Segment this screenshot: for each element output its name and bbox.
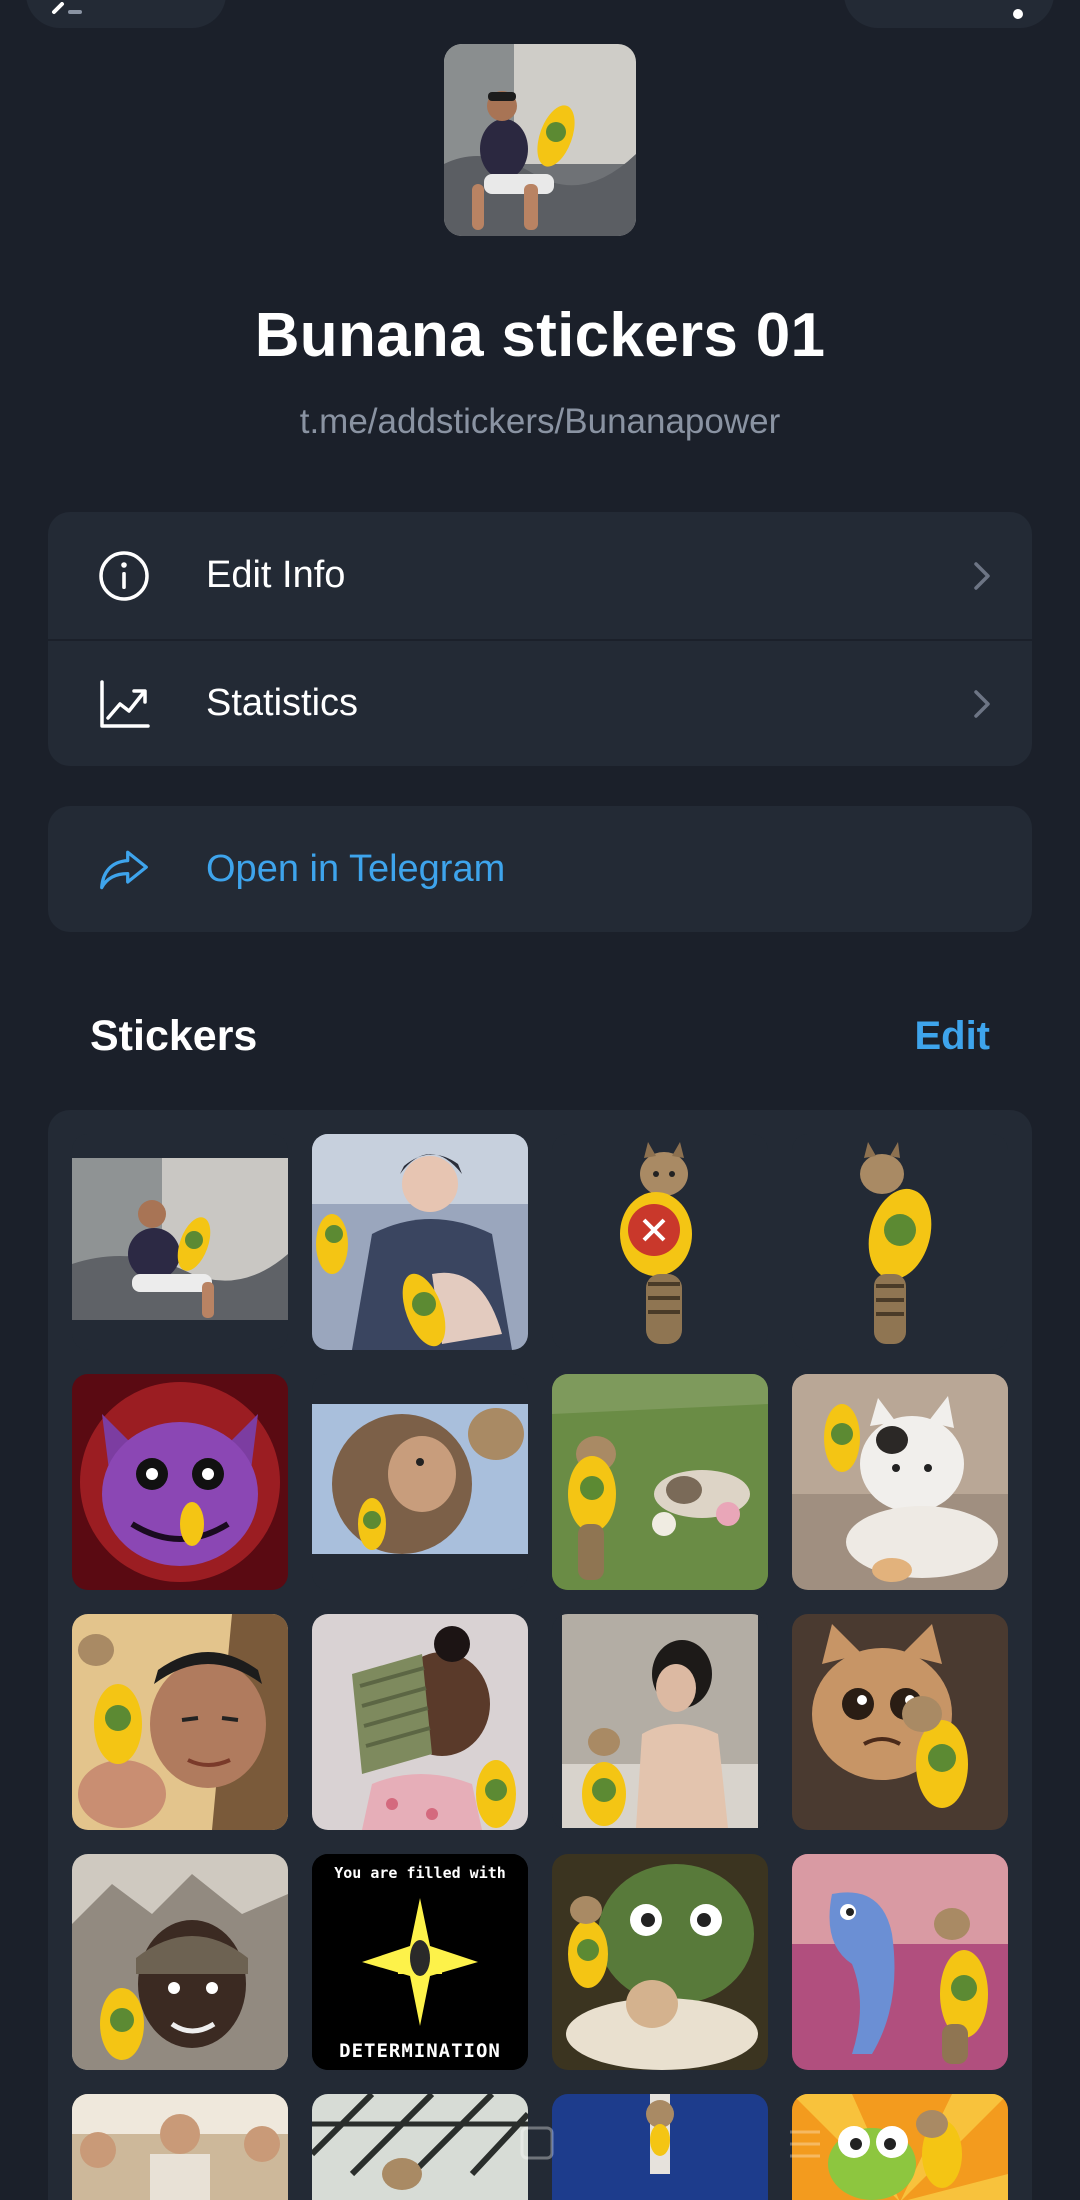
sticker-group-photo[interactable] — [72, 2094, 288, 2200]
stickers-section-title: Stickers — [90, 1012, 258, 1060]
sticker-anime-man[interactable] — [312, 1134, 528, 1350]
stickers-edit-button[interactable]: Edit — [914, 1014, 990, 1059]
sticker-determination[interactable]: You are filled with DETERMINATION — [312, 1854, 528, 2070]
statistics-row[interactable]: Statistics — [48, 639, 1032, 766]
pack-cover-image — [444, 44, 636, 236]
pack-title: Bunana stickers 01 — [254, 301, 826, 370]
edit-info-label: Edit Info — [206, 554, 346, 596]
sticker-woman-bath[interactable] — [552, 1614, 768, 1830]
sticker-owl-sleeping[interactable] — [552, 1854, 768, 2070]
sticker-purple-cat[interactable] — [72, 1374, 288, 1590]
chevron-right-icon — [970, 686, 994, 722]
sticker-monkey-cat[interactable] — [312, 1374, 528, 1590]
chevron-left-icon — [48, 2, 88, 22]
sticker-cat-lawn[interactable] — [552, 1374, 768, 1590]
sticker-cat-banana[interactable] — [792, 1134, 1008, 1350]
info-circle-icon — [98, 550, 150, 602]
edit-info-row[interactable]: Edit Info — [48, 512, 1032, 639]
sticker-greenhouse[interactable] — [312, 2094, 528, 2200]
sticker-soldier[interactable] — [72, 1854, 288, 2070]
sticker-crying-cat[interactable] — [792, 1614, 1008, 1830]
sticker-grid: You are filled with DETERMINATION — [48, 1110, 1032, 2200]
sticker-blue-cat[interactable] — [552, 2094, 768, 2200]
sticker-man-sofa[interactable] — [72, 1134, 288, 1350]
open-in-telegram-button[interactable]: Open in Telegram — [48, 806, 1032, 932]
sticker-cat-banana-fire[interactable] — [552, 1134, 768, 1350]
sticker-girl-money[interactable] — [312, 1614, 528, 1830]
chart-trend-icon — [98, 678, 150, 730]
chevron-right-icon — [970, 558, 994, 594]
more-vertical-icon — [1012, 6, 1024, 22]
sticker-white-cat[interactable] — [792, 1374, 1008, 1590]
open-in-telegram-label: Open in Telegram — [206, 847, 506, 890]
pack-actions-card: Edit Info Statistics — [48, 512, 1032, 766]
share-arrow-icon — [98, 843, 150, 895]
sticker-dolphin[interactable] — [792, 1854, 1008, 2070]
sticker-frog-cartoon[interactable] — [792, 2094, 1008, 2200]
pack-link[interactable]: t.me/addstickers/Bunanapower — [0, 402, 1080, 442]
sticker-pack-screen: Bunana stickers 01 t.me/addstickers/Buna… — [0, 0, 1080, 2200]
open-in-telegram-row[interactable]: Open in Telegram — [48, 806, 1032, 932]
more-options-button[interactable] — [844, 0, 1054, 28]
sticker-man-selfie[interactable] — [72, 1614, 288, 1830]
back-button[interactable] — [26, 0, 226, 28]
statistics-label: Statistics — [206, 682, 359, 724]
determination-bottom-text: DETERMINATION — [339, 2040, 501, 2062]
determination-top-text: You are filled with — [334, 1864, 506, 1882]
